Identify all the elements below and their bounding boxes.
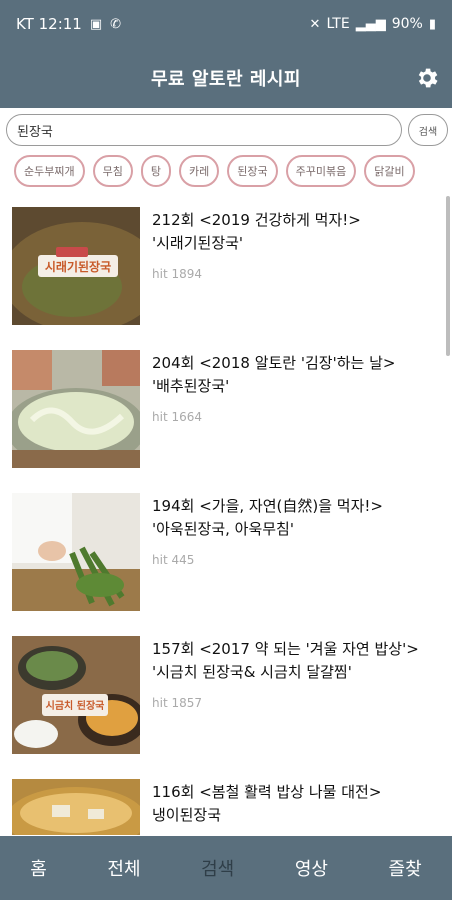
recipe-title: 116회 <봄철 활력 밥상 나물 대전> 냉이된장국 <box>152 781 442 827</box>
list-item[interactable]: 116회 <봄철 활력 밥상 나물 대전> 냉이된장국 <box>0 767 452 835</box>
nav-favorites[interactable]: 즐찾 <box>379 847 432 889</box>
keyword-chip[interactable]: 카레 <box>178 155 220 187</box>
keyword-chip[interactable]: 순두부찌개 <box>14 155 85 187</box>
recipe-thumbnail <box>12 779 140 835</box>
gear-icon <box>418 68 438 88</box>
hit-count: hit 1894 <box>152 267 202 281</box>
recipe-thumbnail: 시금치 된장국 <box>12 636 140 754</box>
nav-all[interactable]: 전체 <box>97 847 150 889</box>
recipe-episode: 157회 <2017 약 되는 '겨울 자연 밥상'> <box>152 640 419 658</box>
keyword-chip[interactable]: 무침 <box>92 155 133 187</box>
list-item[interactable]: 204회 <2018 알토란 '김장'하는 날> '배추된장국' hit 166… <box>0 338 452 481</box>
recipe-name: '배추된장국' <box>152 377 230 395</box>
search-input[interactable] <box>6 114 402 146</box>
thumbnail-caption: 시래기된장국 <box>45 259 111 274</box>
mute-icon: ✕ <box>309 16 321 32</box>
signal-icon: ▂▄▆ <box>355 16 386 32</box>
battery-label: 90% <box>391 16 423 32</box>
gallery-icon: ▣ <box>89 16 103 32</box>
nav-home[interactable]: 홈 <box>20 847 57 889</box>
recipe-episode: 212회 <2019 건강하게 먹자!> <box>152 211 361 229</box>
recipe-thumbnail <box>12 350 140 468</box>
keyword-chip[interactable]: 된장국 <box>227 155 278 187</box>
keyword-chip[interactable]: 주꾸미볶음 <box>285 155 357 187</box>
keyword-chip[interactable]: 탕 <box>140 155 171 187</box>
call-icon: ✆ <box>110 16 122 32</box>
recipe-title: 212회 <2019 건강하게 먹자!> '시래기된장국' <box>152 209 442 255</box>
recipe-thumbnail: 시래기된장국 <box>12 207 140 325</box>
recipe-list: 시래기된장국 212회 <2019 건강하게 먹자!> '시래기된장국' hit… <box>0 195 452 835</box>
keyword-chip[interactable]: 닭갈비 <box>364 155 415 187</box>
settings-button[interactable] <box>412 63 442 93</box>
recipe-thumbnail <box>12 493 140 611</box>
battery-icon: ▮ <box>428 16 436 32</box>
list-scrollbar[interactable] <box>446 196 450 356</box>
recipe-title: 204회 <2018 알토란 '김장'하는 날> '배추된장국' <box>152 352 442 398</box>
nav-video[interactable]: 영상 <box>285 847 338 889</box>
hit-count: hit 1664 <box>152 410 202 424</box>
search-button[interactable]: 검색 <box>408 114 448 146</box>
list-item[interactable]: 194회 <가을, 자연(自然)을 먹자!> '아욱된장국, 아욱무침' hit… <box>0 481 452 624</box>
recipe-name: '아욱된장국, 아욱무침' <box>152 520 294 538</box>
carrier-time: KT 12:11 <box>16 15 82 33</box>
recipe-name: '시래기된장국' <box>152 234 244 252</box>
recipe-title: 194회 <가을, 자연(自然)을 먹자!> '아욱된장국, 아욱무침' <box>152 495 442 541</box>
recipe-name: 냉이된장국 <box>152 806 222 824</box>
recipe-episode: 116회 <봄철 활력 밥상 나물 대전> <box>152 783 382 801</box>
nav-search[interactable]: 검색 <box>191 847 244 889</box>
bottom-nav: 홈 전체 검색 영상 즐찾 <box>0 836 452 900</box>
search-row: 검색 <box>0 112 452 148</box>
list-item[interactable]: 시래기된장국 212회 <2019 건강하게 먹자!> '시래기된장국' hit… <box>0 195 452 338</box>
page-title: 무료 알토란 레시피 <box>150 69 301 90</box>
hit-count: hit 445 <box>152 553 195 567</box>
recipe-episode: 194회 <가을, 자연(自然)을 먹자!> <box>152 497 383 515</box>
recipe-title: 157회 <2017 약 되는 '겨울 자연 밥상'> '시금치 된장국& 시금… <box>152 638 442 684</box>
recipe-episode: 204회 <2018 알토란 '김장'하는 날> <box>152 354 396 372</box>
thumbnail-caption: 시금치 된장국 <box>46 699 105 712</box>
hit-count: hit 1857 <box>152 696 202 710</box>
recipe-name: '시금치 된장국& 시금치 달걀찜' <box>152 663 352 681</box>
app-bar: 무료 알토란 레시피 <box>0 48 452 108</box>
keyword-chips: 순두부찌개 무침 탕 카레 된장국 주꾸미볶음 닭갈비 <box>14 155 452 191</box>
status-bar: KT 12:11 ▣ ✆ ✕ LTE ▂▄▆ 90% ▮ <box>0 0 452 48</box>
list-item[interactable]: 시금치 된장국 157회 <2017 약 되는 '겨울 자연 밥상'> '시금치… <box>0 624 452 767</box>
network-label: LTE <box>326 16 350 32</box>
